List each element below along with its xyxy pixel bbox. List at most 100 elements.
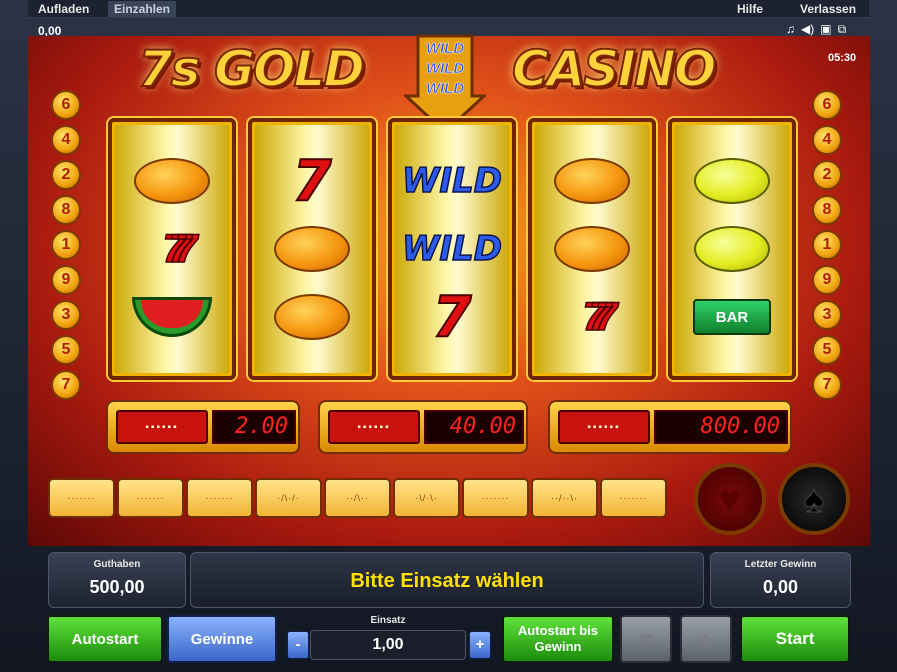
last-win-value: 0,00	[762, 577, 799, 597]
app-frame: Aufladen Einzahlen Hilfe Verlassen 0,00 …	[0, 0, 897, 672]
paytable-panel-1: ▪▪▪▪▪▪ 2.00	[106, 400, 300, 454]
paytable-icon-double: ▪▪▪▪▪▪	[328, 410, 420, 444]
logo-7s-gold: 7s GOLD	[137, 39, 366, 99]
watermelon-icon	[132, 297, 212, 337]
autostart-until-win-button[interactable]: Autostart bis Gewinn	[502, 615, 614, 663]
line-button-8[interactable]: ··/··\·	[531, 478, 598, 518]
reel-symbol-seven: 7	[252, 146, 372, 216]
reel-symbol-orange	[252, 214, 372, 284]
reel-symbol-orange	[532, 214, 652, 284]
gamble-black-button[interactable]: ♠	[778, 463, 850, 535]
reel-symbol-melon	[112, 282, 232, 352]
wild-text-2: WILD	[425, 60, 465, 78]
line-button-1[interactable]: ·······	[48, 478, 115, 518]
line-number-badge: 7	[51, 370, 81, 400]
reel-symbol-triple7: 777	[532, 282, 652, 352]
line-number-badge: 2	[51, 160, 81, 190]
line-numbers-right: 6 4 2 8 1 9 3 5 7	[812, 90, 848, 405]
line-number-badge: 8	[51, 195, 81, 225]
bar-icon: BAR	[693, 299, 771, 335]
logo-casino: CASINO	[511, 39, 717, 99]
seven-icon: 7	[432, 284, 473, 351]
reel-symbol-triple7: 777	[112, 214, 232, 284]
message-display: Bitte Einsatz wählen	[190, 552, 704, 608]
line-number-badge: 1	[51, 230, 81, 260]
line-number-badge: 9	[812, 265, 842, 295]
stake-decrease-button[interactable]: -	[287, 631, 309, 659]
reel-symbol-wild: WILD	[392, 146, 512, 216]
paytable-panel-2: ▪▪▪▪▪▪ 40.00	[318, 400, 528, 454]
orange-icon	[134, 158, 210, 204]
reel-2: 7	[248, 118, 376, 380]
reel-symbol-wild: WILD	[392, 214, 512, 284]
autostart-button[interactable]: Autostart	[47, 615, 163, 663]
line-button-6[interactable]: ·\/·\·	[393, 478, 460, 518]
lemon-icon	[694, 158, 770, 204]
heart-icon: ♥	[718, 479, 742, 521]
reel-symbol-lemon	[672, 214, 792, 284]
line-button-9[interactable]: ·······	[600, 478, 667, 518]
triple-seven-icon: 777	[162, 226, 198, 272]
heart-icon: ♥	[638, 623, 654, 654]
verlassen-link[interactable]: Verlassen	[800, 2, 856, 16]
wild-text-3: WILD	[425, 80, 465, 98]
reel-symbol-lemon	[672, 146, 792, 216]
hilfe-link[interactable]: Hilfe	[737, 2, 763, 16]
line-number-badge: 2	[812, 160, 842, 190]
gewinne-button[interactable]: Gewinne	[167, 615, 277, 663]
fullscreen-icon[interactable]: ⧉	[838, 22, 847, 37]
reel-symbol-orange	[532, 146, 652, 216]
line-number-badge: 4	[51, 125, 81, 155]
orange-icon	[554, 158, 630, 204]
orange-icon	[274, 226, 350, 272]
spade-icon: ♠	[699, 623, 713, 654]
balance-value: 500,00	[89, 577, 145, 597]
stake-increase-button[interactable]: +	[469, 631, 491, 659]
music-icon[interactable]: ♫	[786, 22, 795, 37]
paytable-panel-3: ▪▪▪▪▪▪ 800.00	[548, 400, 792, 454]
einzahlen-tab[interactable]: Einzahlen	[108, 1, 177, 17]
line-number-badge: 8	[812, 195, 842, 225]
gamble-heart-button[interactable]: ♥	[620, 615, 672, 663]
balance-box: Guthaben 500,00	[48, 552, 186, 608]
reel-symbol-orange	[252, 282, 372, 352]
last-win-box: Letzter Gewinn 0,00	[710, 552, 851, 608]
line-button-4[interactable]: ·/\·/·	[255, 478, 322, 518]
start-button[interactable]: Start	[740, 615, 850, 663]
line-selector-row: ······· ······· ······· ·/\·/· ··/\·· ·\…	[48, 478, 667, 518]
paytable-icon-single: ▪▪▪▪▪▪	[116, 410, 208, 444]
spade-icon: ♠	[803, 479, 825, 522]
reel-4: 777	[528, 118, 656, 380]
reel-symbol-seven: 7	[392, 282, 512, 352]
paytable-value-3: 800.00	[654, 410, 788, 444]
line-number-badge: 3	[812, 300, 842, 330]
wild-text-1: WILD	[425, 40, 465, 58]
line-number-badge: 7	[812, 370, 842, 400]
line-button-7[interactable]: ·······	[462, 478, 529, 518]
aufladen-tab[interactable]: Aufladen	[38, 2, 89, 16]
top-icons: ♫ ◀) ▣ ⧉	[786, 22, 846, 37]
wild-icon: WILD	[401, 160, 503, 202]
line-button-2[interactable]: ·······	[117, 478, 184, 518]
line-numbers-left: 6 4 2 8 1 9 3 5 7	[51, 90, 87, 405]
line-button-5[interactable]: ··/\··	[324, 478, 391, 518]
line-number-badge: 5	[51, 335, 81, 365]
paytable-value-1: 2.00	[212, 410, 296, 444]
reel-3: WILD WILD 7	[388, 118, 516, 380]
orange-icon	[274, 294, 350, 340]
stake-value: 1,00	[310, 630, 466, 660]
paytable-icon-triple: ▪▪▪▪▪▪	[558, 410, 650, 444]
sound-icon[interactable]: ◀)	[801, 22, 814, 37]
gamble-spade-button[interactable]: ♠	[680, 615, 732, 663]
line-number-badge: 1	[812, 230, 842, 260]
line-button-3[interactable]: ·······	[186, 478, 253, 518]
paytable-value-2: 40.00	[424, 410, 524, 444]
reel-1: 777	[108, 118, 236, 380]
line-number-badge: 6	[812, 90, 842, 120]
stake-label: Einsatz	[370, 615, 406, 626]
line-number-badge: 5	[812, 335, 842, 365]
screen-icon[interactable]: ▣	[820, 22, 831, 37]
seven-icon: 7	[292, 148, 333, 215]
gamble-red-button[interactable]: ♥	[694, 463, 766, 535]
orange-icon	[554, 226, 630, 272]
